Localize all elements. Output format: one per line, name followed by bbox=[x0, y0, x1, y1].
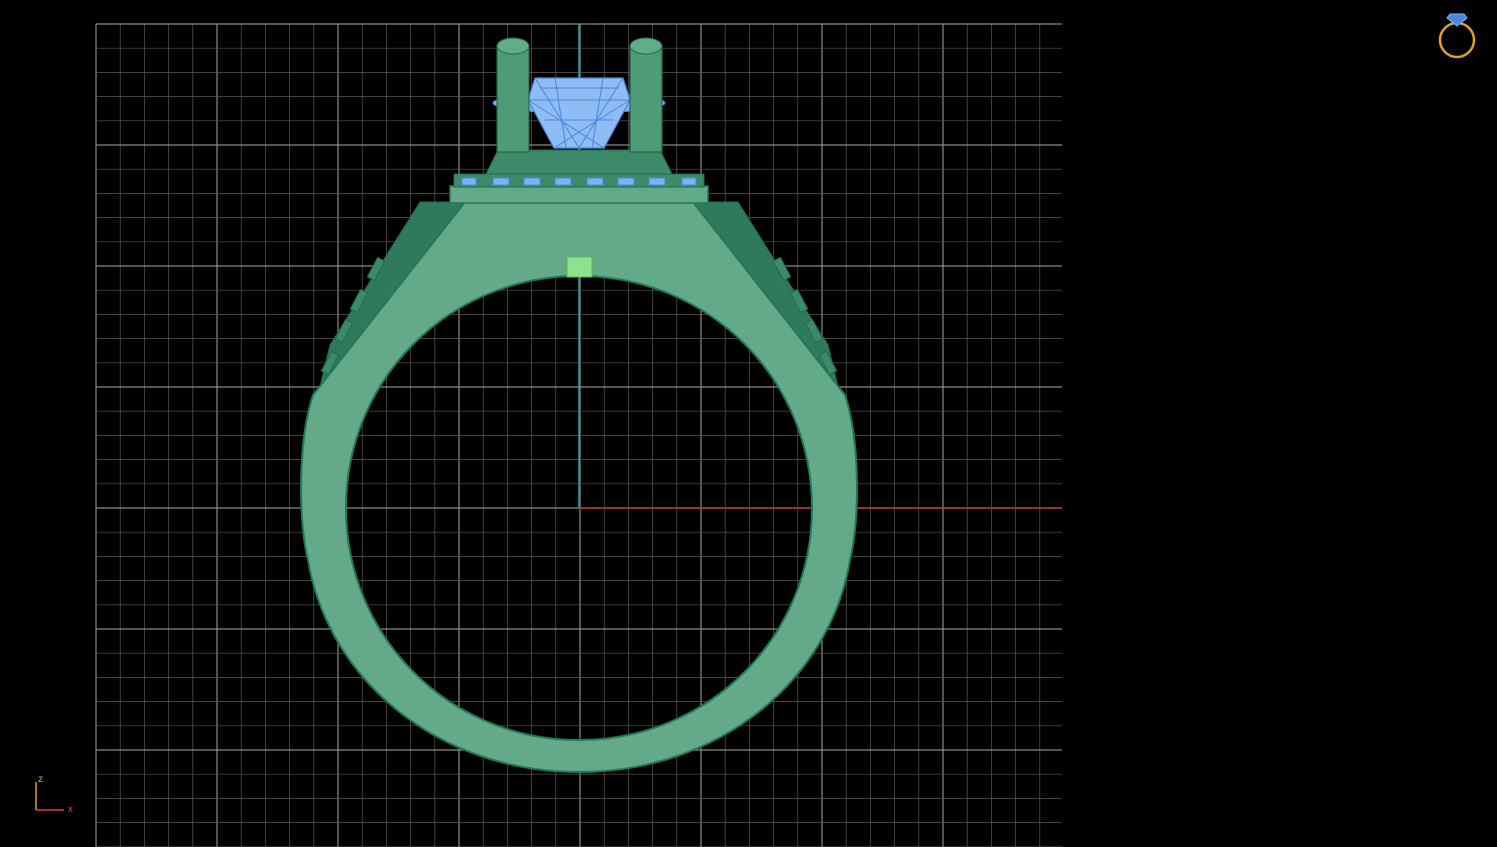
3d-viewport[interactable]: z x bbox=[0, 0, 1497, 847]
axis-z-label: z bbox=[38, 774, 43, 785]
halo-rail bbox=[453, 173, 705, 188]
prong-right bbox=[629, 37, 663, 153]
axis-indicator: z x bbox=[35, 774, 73, 815]
ring-icon[interactable] bbox=[1438, 13, 1476, 59]
axis-x-label: x bbox=[68, 804, 73, 815]
selection-marker[interactable] bbox=[566, 256, 593, 278]
head-platform bbox=[449, 185, 709, 204]
prong-left bbox=[496, 37, 530, 153]
viewport-canvas[interactable]: z x bbox=[0, 0, 1497, 847]
setting-base bbox=[485, 149, 673, 175]
